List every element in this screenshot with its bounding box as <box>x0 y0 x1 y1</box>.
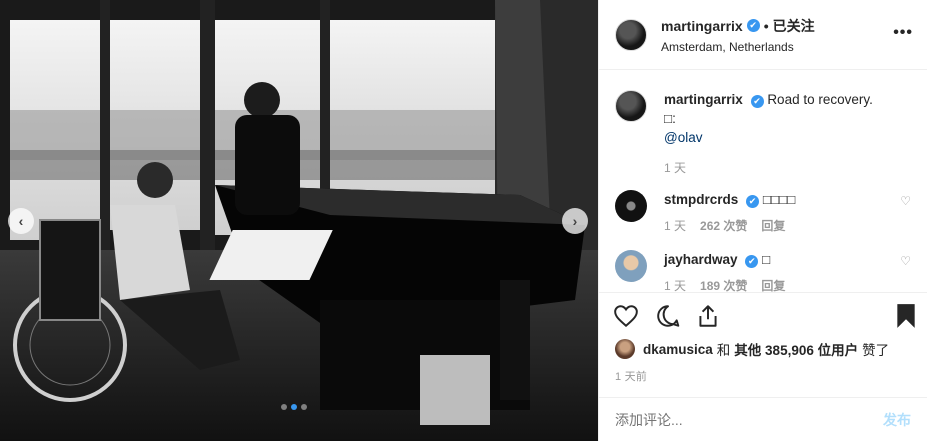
avatar[interactable] <box>615 339 635 359</box>
comment-username[interactable]: jayhardway <box>664 252 738 267</box>
share-icon[interactable] <box>695 303 721 329</box>
comment-time[interactable]: 1 天 <box>664 217 686 236</box>
action-bar <box>599 292 927 339</box>
caption: martingarrix ✔ Road to recovery. □: @ola… <box>615 90 911 178</box>
avatar[interactable] <box>615 250 647 282</box>
heart-icon[interactable]: ♡ <box>900 254 911 268</box>
heart-icon[interactable] <box>613 303 639 329</box>
chevron-right-icon[interactable]: › <box>562 208 588 234</box>
comment-input[interactable] <box>615 411 796 428</box>
carousel-dot-active <box>291 404 297 410</box>
carousel-indicator <box>281 404 307 410</box>
following-button[interactable]: 已关注 <box>773 16 815 36</box>
chevron-left-icon[interactable]: ‹ <box>8 208 34 234</box>
likes-suffix: 赞了 <box>862 343 890 358</box>
liker-username[interactable]: dkamusica <box>643 342 713 357</box>
heart-icon[interactable]: ♡ <box>900 194 911 208</box>
verified-badge-icon: ✔ <box>750 95 764 108</box>
comment-username[interactable]: stmpdrcrds <box>664 192 738 207</box>
comment-likes[interactable]: 189 次赞 <box>700 277 747 292</box>
post-sidebar: martingarrix ✔ • 已关注 Amsterdam, Netherla… <box>598 0 927 441</box>
post-modal: ‹ › martingarrix ✔ • 已关注 Amsterdam, Neth… <box>0 0 927 441</box>
comments-list: martingarrix ✔ Road to recovery. □: @ola… <box>599 70 927 292</box>
post-timestamp[interactable]: 1 天前 <box>615 368 647 384</box>
post-comment-button[interactable]: 发布 <box>883 410 911 430</box>
reply-button[interactable]: 回复 <box>761 277 785 292</box>
comment-likes[interactable]: 262 次赞 <box>700 217 747 236</box>
likes-count-button[interactable]: 其他 385,906 位用户 <box>734 339 858 359</box>
avatar[interactable] <box>615 18 647 51</box>
post-header: martingarrix ✔ • 已关注 Amsterdam, Netherla… <box>599 0 927 70</box>
author-username[interactable]: martingarrix <box>661 18 743 34</box>
avatar[interactable] <box>615 190 647 222</box>
likes-connector: 和 <box>716 343 731 358</box>
comment-icon[interactable] <box>655 303 681 329</box>
reply-button[interactable]: 回复 <box>761 217 785 236</box>
photo-illustration <box>0 0 598 441</box>
comment-username[interactable]: martingarrix <box>664 92 743 107</box>
verified-badge-icon: ✔ <box>746 195 760 208</box>
comment-composer: 发布 <box>599 397 927 441</box>
follow-separator: • <box>763 17 769 34</box>
carousel-dot <box>301 404 307 410</box>
likes-summary: dkamusica 和 其他 385,906 位用户 赞了 <box>615 339 889 359</box>
comment-text: □□□□ <box>762 192 796 207</box>
post-photo[interactable]: ‹ › <box>0 0 598 441</box>
comment-item: stmpdrcrds ✔ □□□□ 1 天 262 次赞 回复 ♡ <box>615 190 911 236</box>
comment-time[interactable]: 1 天 <box>664 277 686 292</box>
carousel-dot <box>281 404 287 410</box>
verified-badge-icon: ✔ <box>746 19 760 32</box>
comment-item: jayhardway ✔ □ 1 天 189 次赞 回复 ♡ <box>615 250 911 292</box>
avatar[interactable] <box>615 90 647 122</box>
more-options-icon[interactable]: ••• <box>893 24 913 42</box>
verified-badge-icon: ✔ <box>745 255 759 268</box>
comment-text: □ <box>762 252 771 267</box>
comment-time[interactable]: 1 天 <box>664 159 686 178</box>
mention-link[interactable]: @olav <box>664 130 702 145</box>
location-link[interactable]: Amsterdam, Netherlands <box>661 40 815 54</box>
bookmark-icon[interactable] <box>895 303 917 329</box>
